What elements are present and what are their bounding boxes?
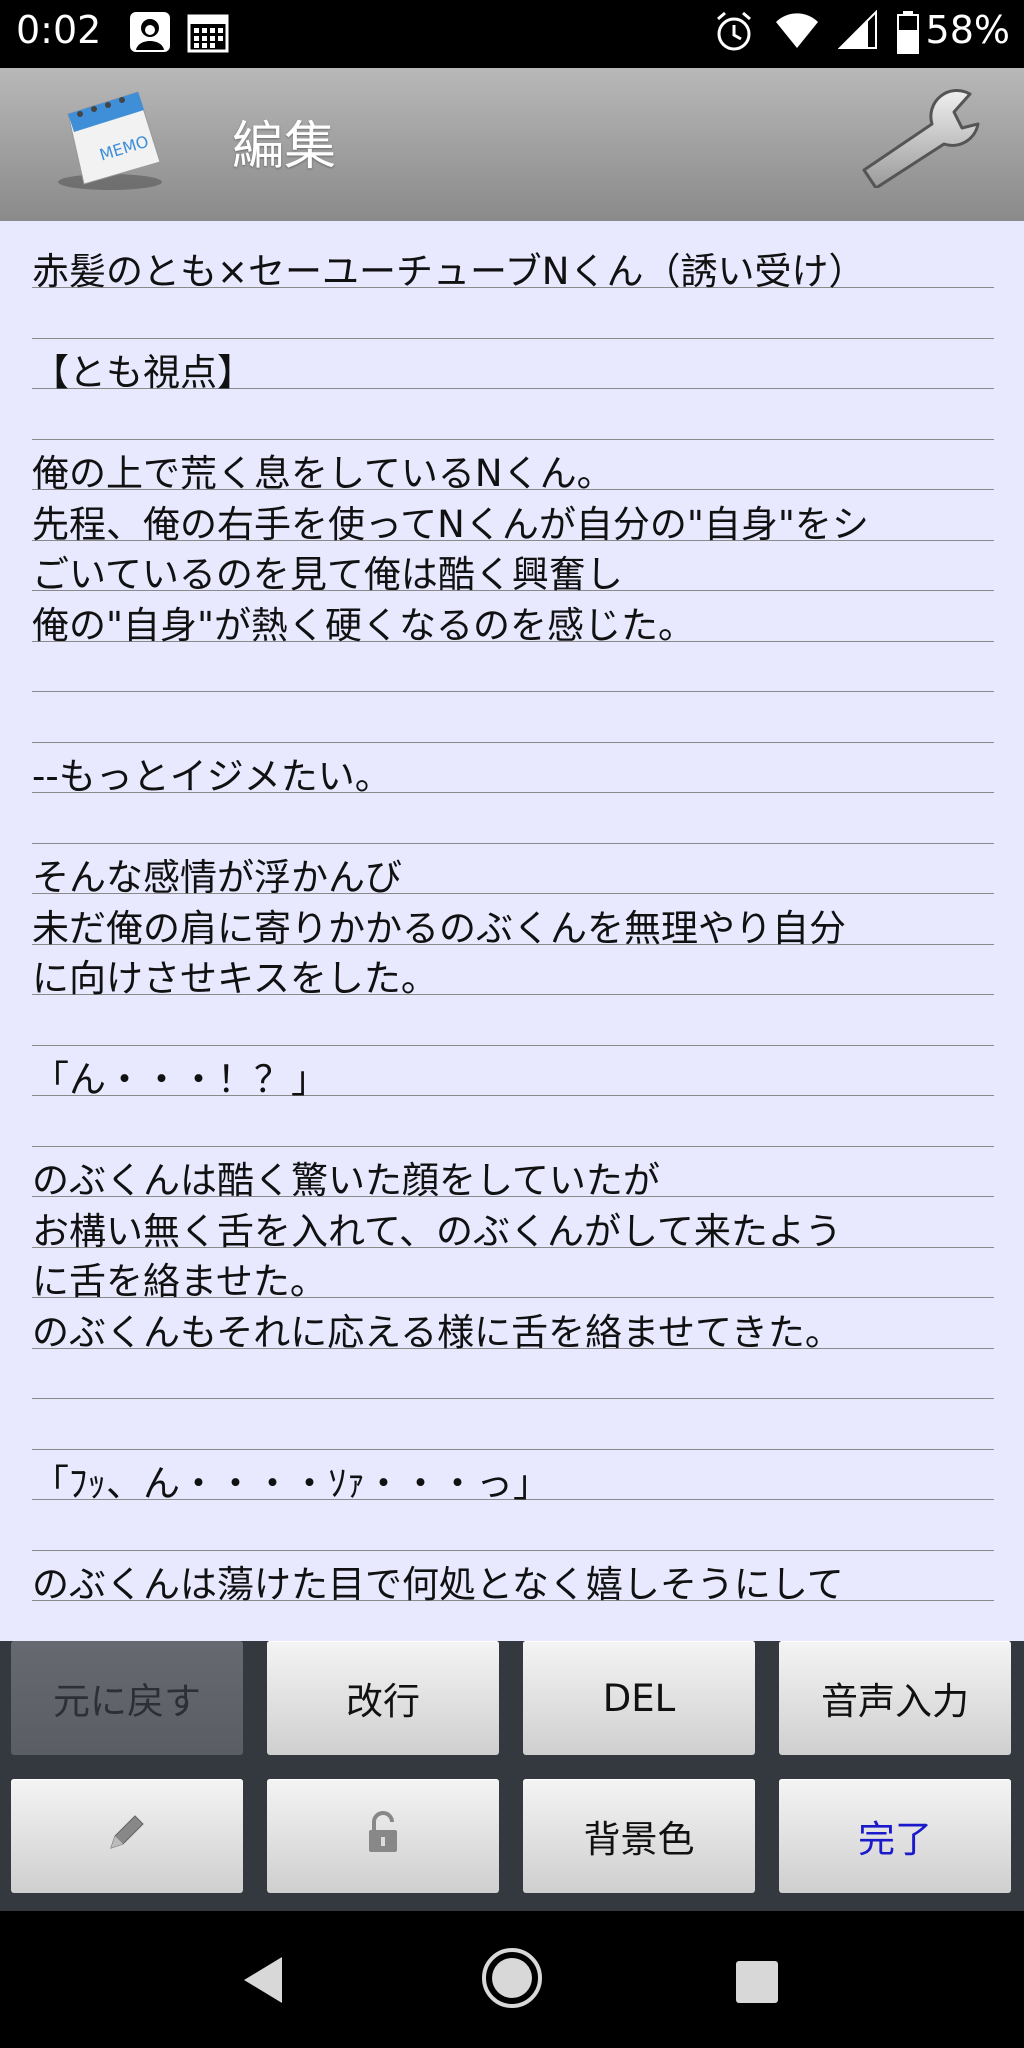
memo-app-icon: MEMO xyxy=(50,84,170,198)
memo-line: 俺の"自身"が熱く硬くなるのを感じた。 xyxy=(32,603,696,647)
newline-button[interactable]: 改行 xyxy=(267,1641,499,1755)
memo-line: 【とも視点】 xyxy=(32,351,254,394)
battery-icon xyxy=(896,10,920,58)
memo-line xyxy=(32,298,1002,349)
memo-line: 「ん・・・！？」 xyxy=(32,1058,328,1101)
app-header: MEMO 編集 xyxy=(0,68,1024,221)
undo-button[interactable]: 元に戻す xyxy=(11,1641,243,1755)
memo-line: お構い無く舌を入れて、のぶくんがして来たよう xyxy=(32,1209,842,1253)
memo-line: --もっとイジメたい。 xyxy=(32,755,392,798)
memo-line xyxy=(32,803,1002,854)
memo-editor[interactable]: 赤髪のとも×セーユーチューブNくん（誘い受け） 【とも視点】俺の上で荒く息をしてい… xyxy=(0,221,1024,1641)
memo-line: 赤髪のとも×セーユーチューブNくん（誘い受け） xyxy=(32,250,866,293)
memo-line xyxy=(32,399,1002,450)
done-button[interactable]: 完了 xyxy=(779,1779,1011,1893)
button-panel: 元に戻す 改行 DEL 音声入力 背景色 完了 xyxy=(0,1641,1024,1911)
voice-input-button[interactable]: 音声入力 xyxy=(779,1641,1011,1755)
avatar-icon xyxy=(128,10,172,58)
background-color-button[interactable]: 背景色 xyxy=(523,1779,755,1893)
memo-line: 俺の上で荒く息をしているNくん。 xyxy=(32,452,614,495)
memo-line: のぶくんもそれに応える様に舌を絡ませてきた。 xyxy=(32,1310,842,1354)
memo-line xyxy=(32,651,1002,702)
pencil-button[interactable] xyxy=(11,1779,243,1893)
recent-apps-icon[interactable] xyxy=(736,1961,778,2003)
memo-line: のぶくんは酷く驚いた顔をしていたが xyxy=(32,1159,660,1202)
navigation-bar xyxy=(0,1911,1024,2048)
memo-line xyxy=(32,1409,1002,1460)
memo-line: ごいているのを見て俺は酷く興奮し xyxy=(32,553,623,596)
wifi-icon xyxy=(774,10,820,54)
status-bar: 0:02 58% xyxy=(0,0,1024,68)
memo-line: 未だ俺の肩に寄りかかるのぶくんを無理やり自分 xyxy=(32,906,846,950)
back-icon[interactable] xyxy=(240,1955,286,2009)
unlock-icon xyxy=(366,1810,400,1863)
pencil-icon xyxy=(105,1810,149,1863)
wrench-icon[interactable] xyxy=(854,88,984,192)
memo-line: に舌を絡ませた。 xyxy=(32,1260,327,1303)
battery-percentage: 58% xyxy=(925,8,1010,52)
page-title: 編集 xyxy=(232,117,337,177)
memo-text[interactable]: 赤髪のとも×セーユーチューブNくん（誘い受け） 【とも視点】俺の上で荒く息をしてい… xyxy=(32,247,1002,1611)
calendar-icon xyxy=(186,10,230,58)
memo-line: そんな感情が浮かんび xyxy=(32,856,402,899)
signal-icon xyxy=(837,9,878,54)
memo-line: のぶくんは蕩けた目で何処となく嬉しそうにして xyxy=(32,1563,844,1606)
status-time: 0:02 xyxy=(16,8,102,52)
lock-button[interactable] xyxy=(267,1779,499,1893)
memo-line xyxy=(32,1106,1002,1157)
memo-line xyxy=(32,1358,1002,1409)
home-icon[interactable] xyxy=(480,1946,544,2014)
memo-line xyxy=(32,702,1002,753)
memo-line: 「ﾌｯ、ん・・・・ｿｧ・・・っ」 xyxy=(32,1462,550,1505)
memo-line xyxy=(32,1510,1002,1561)
alarm-icon xyxy=(714,10,754,58)
delete-button[interactable]: DEL xyxy=(523,1641,755,1755)
memo-line: 先程、俺の右手を使ってNくんが自分の"自身"をシ xyxy=(32,502,869,546)
memo-line xyxy=(32,1005,1002,1056)
memo-line: に向けさせキスをした。 xyxy=(32,957,438,1000)
